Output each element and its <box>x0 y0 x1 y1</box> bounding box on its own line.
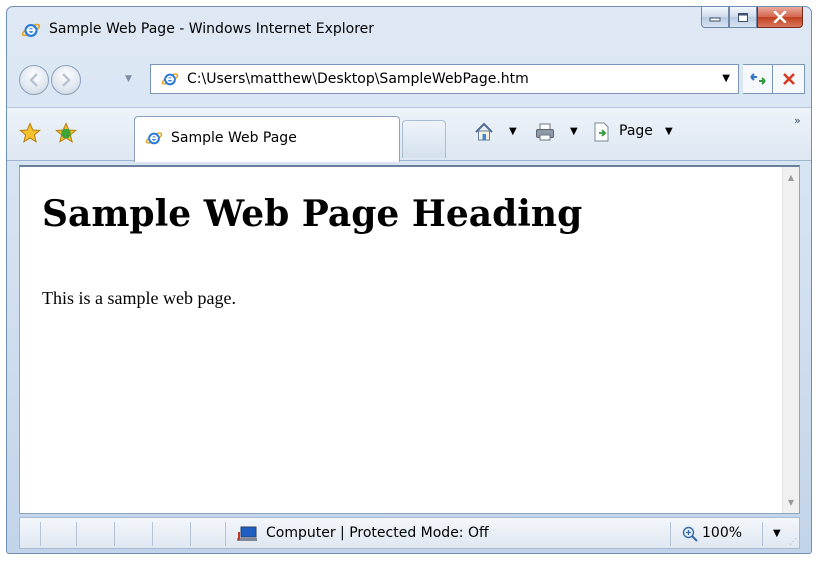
title-bar[interactable]: Sample Web Page - Windows Internet Explo… <box>7 7 811 53</box>
arrow-right-icon <box>62 73 71 87</box>
scroll-up-arrow-icon[interactable]: ▲ <box>788 173 794 182</box>
status-divider <box>76 522 77 546</box>
print-icon[interactable] <box>534 121 556 143</box>
arrow-left-icon <box>29 73 38 87</box>
recent-pages-dropdown[interactable]: ▼ <box>125 74 132 84</box>
forward-button[interactable] <box>51 65 81 95</box>
minimize-button[interactable] <box>701 7 729 28</box>
tab-label: Sample Web Page <box>171 130 297 146</box>
window-title: Sample Web Page - Windows Internet Explo… <box>49 21 375 37</box>
navigation-bar: ▼ C:\Users\matthew\Desktop\SampleWebPage… <box>7 61 811 101</box>
print-dropdown[interactable]: ▼ <box>570 126 578 137</box>
page-paragraph: This is a sample web page. <box>42 288 236 308</box>
maximize-icon <box>738 12 748 22</box>
zoom-dropdown[interactable]: ▼ <box>773 528 781 539</box>
vertical-scrollbar[interactable]: ▲ ▼ <box>782 167 799 513</box>
refresh-button[interactable] <box>743 64 773 94</box>
add-to-favorites-icon[interactable] <box>55 122 77 144</box>
ie-logo-icon <box>21 23 41 37</box>
address-text[interactable]: C:\Users\matthew\Desktop\SampleWebPage.h… <box>187 71 529 87</box>
stop-button[interactable] <box>773 64 805 94</box>
maximize-button[interactable] <box>729 7 757 28</box>
resize-grip[interactable]: ⋰ <box>789 537 797 546</box>
status-divider <box>114 522 115 546</box>
home-dropdown[interactable]: ▼ <box>509 126 517 137</box>
browser-window: Sample Web Page - Windows Internet Explo… <box>6 6 812 554</box>
status-bar: Computer | Protected Mode: Off 100% ▼ ⋰ <box>19 517 800 549</box>
toolbar-overflow-chevron[interactable]: » <box>794 114 801 127</box>
close-icon <box>773 11 787 23</box>
ie-page-icon <box>161 73 179 86</box>
back-button[interactable] <box>19 65 49 95</box>
tab-command-bar: Sample Web Page ▼ ▼ Page ▼ » <box>7 107 811 162</box>
tab-sample-web-page[interactable]: Sample Web Page <box>134 116 400 162</box>
favorites-star-icon[interactable] <box>19 122 41 144</box>
page-menu-button[interactable]: Page <box>619 123 653 139</box>
page-content: Sample Web Page Heading This is a sample… <box>19 165 800 514</box>
home-icon[interactable] <box>473 121 495 143</box>
refresh-icon <box>749 73 766 85</box>
status-divider <box>152 522 153 546</box>
minimize-icon <box>709 17 721 22</box>
new-tab-button[interactable] <box>402 120 446 158</box>
security-zone-text[interactable]: Computer | Protected Mode: Off <box>266 525 489 541</box>
zoom-level[interactable]: 100% <box>702 525 742 541</box>
close-button[interactable] <box>757 7 803 28</box>
status-divider <box>225 522 226 546</box>
caption-buttons <box>701 7 803 30</box>
stop-icon <box>782 73 795 85</box>
address-dropdown[interactable]: ▼ <box>722 73 730 84</box>
address-bar[interactable]: C:\Users\matthew\Desktop\SampleWebPage.h… <box>150 64 739 94</box>
page-heading: Sample Web Page Heading <box>42 193 583 235</box>
status-divider <box>190 522 191 546</box>
scroll-down-arrow-icon[interactable]: ▼ <box>788 498 794 507</box>
computer-zone-icon <box>237 526 257 541</box>
page-dropdown[interactable]: ▼ <box>665 126 673 137</box>
status-divider <box>762 522 763 546</box>
status-divider <box>40 522 41 546</box>
page-icon[interactable] <box>592 121 612 143</box>
status-divider <box>670 522 671 546</box>
zoom-icon[interactable] <box>682 526 698 542</box>
ie-page-icon <box>145 132 163 145</box>
